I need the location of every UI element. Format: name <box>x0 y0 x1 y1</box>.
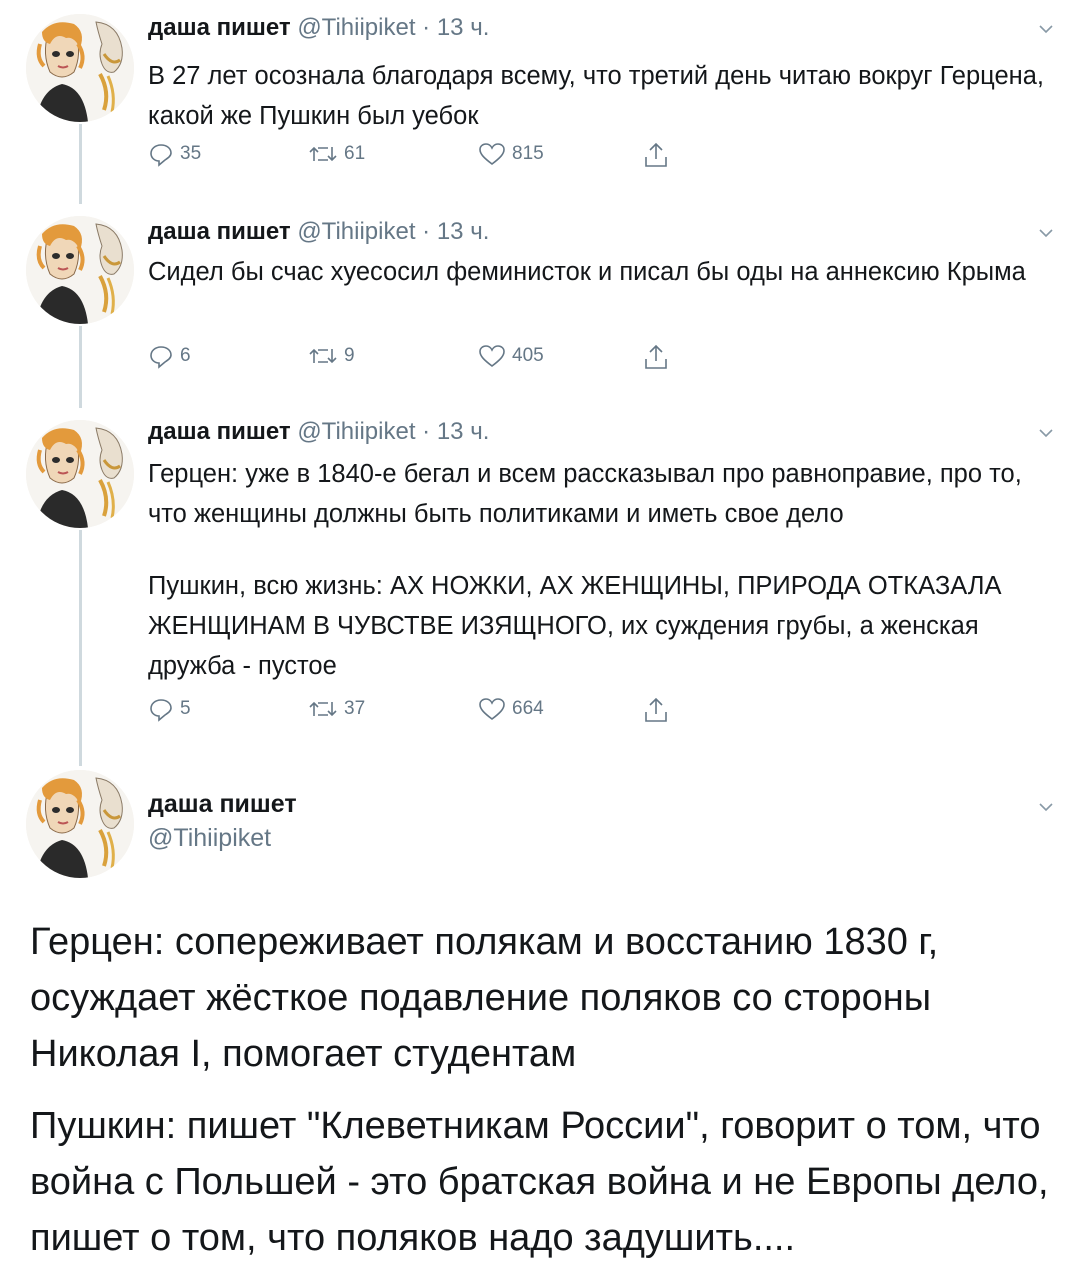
main-tweet-text-paragraph: Пушкин: пишет "Клеветникам России", гово… <box>30 1105 1049 1259</box>
avatar[interactable] <box>26 14 134 122</box>
like-button[interactable]: 815 <box>478 141 544 167</box>
tweet-actions: 35 61 815 <box>148 141 688 173</box>
main-tweet-author-name[interactable]: даша пишет <box>148 790 297 819</box>
author-name[interactable]: даша пишет <box>148 218 291 245</box>
retweet-count: 61 <box>344 143 366 164</box>
avatar[interactable] <box>26 420 134 528</box>
tweet-time[interactable]: 13 ч. <box>437 418 490 445</box>
reply-count: 5 <box>180 698 191 719</box>
chevron-down-icon[interactable] <box>1039 800 1053 814</box>
avatar[interactable] <box>26 770 134 878</box>
thread-line <box>79 530 82 766</box>
thread-line <box>79 326 82 408</box>
separator-dot: · <box>422 418 431 445</box>
avatar[interactable] <box>26 216 134 324</box>
like-icon <box>479 698 505 721</box>
chevron-down-icon[interactable] <box>1039 226 1053 240</box>
author-handle[interactable]: @Tihiipiket <box>297 418 415 445</box>
reply-button[interactable]: 6 <box>148 343 191 369</box>
retweet-count: 9 <box>344 345 355 366</box>
like-icon <box>479 345 505 368</box>
reply-button[interactable]: 5 <box>148 696 191 722</box>
author-handle[interactable]: @Tihiipiket <box>297 14 415 41</box>
chevron-down-icon[interactable] <box>1039 22 1053 36</box>
thread-line <box>79 124 82 204</box>
reply-icon <box>150 346 172 369</box>
tweet-text-paragraph: Герцен: уже в 1840-е бегал и всем расска… <box>148 460 1022 528</box>
retweet-button[interactable]: 61 <box>308 141 365 167</box>
tweet-actions: 6 9 405 <box>148 343 688 375</box>
reply-icon <box>150 144 172 167</box>
main-tweet-author-handle[interactable]: @Tihiipiket <box>148 824 271 853</box>
share-icon <box>645 697 667 722</box>
thread-tweet[interactable]: даша пишет @Tihiipiket · 13 ч. Герцен: у… <box>0 408 1079 766</box>
main-tweet-text-paragraph: Герцен: сопереживает полякам и восстанию… <box>30 921 939 1075</box>
tweet-text: В 27 лет осознала благодаря всему, что т… <box>148 62 1045 130</box>
author-handle[interactable]: @Tihiipiket <box>297 218 415 245</box>
main-tweet[interactable]: даша пишет @Tihiipiket Герцен: сопережив… <box>0 766 1079 1280</box>
tweet-header: даша пишет @Tihiipiket · 13 ч. <box>148 218 489 246</box>
tweet-time[interactable]: 13 ч. <box>437 218 490 245</box>
share-icon <box>645 344 667 369</box>
reply-icon <box>150 699 172 722</box>
author-name[interactable]: даша пишет <box>148 14 291 41</box>
like-icon <box>479 143 505 166</box>
like-count: 405 <box>512 345 544 366</box>
reply-count: 35 <box>180 143 202 164</box>
separator-dot: · <box>422 14 431 41</box>
tweet-text-paragraph: Пушкин, всю жизнь: АХ НОЖКИ, АХ ЖЕНЩИНЫ,… <box>148 572 1002 680</box>
retweet-icon <box>309 701 337 717</box>
retweet-button[interactable]: 37 <box>308 696 365 722</box>
share-button[interactable] <box>643 696 675 724</box>
share-icon <box>645 142 667 167</box>
like-button[interactable]: 664 <box>478 696 544 722</box>
like-button[interactable]: 405 <box>478 343 544 369</box>
share-button[interactable] <box>643 141 675 169</box>
thread-tweet[interactable]: даша пишет @Tihiipiket · 13 ч. В 27 лет … <box>0 0 1079 204</box>
author-name[interactable]: даша пишет <box>148 418 291 445</box>
like-count: 664 <box>512 698 544 719</box>
retweet-icon <box>309 146 337 162</box>
share-button[interactable] <box>643 343 675 371</box>
chevron-down-icon[interactable] <box>1039 426 1053 440</box>
tweet-header: даша пишет @Tihiipiket · 13 ч. <box>148 14 489 42</box>
reply-count: 6 <box>180 345 191 366</box>
thread-tweet[interactable]: даша пишет @Tihiipiket · 13 ч. Сидел бы … <box>0 204 1079 408</box>
retweet-button[interactable]: 9 <box>308 343 355 369</box>
tweet-actions: 5 37 664 <box>148 696 688 728</box>
tweet-time[interactable]: 13 ч. <box>437 14 490 41</box>
separator-dot: · <box>422 218 431 245</box>
retweet-count: 37 <box>344 698 366 719</box>
tweet-header: даша пишет @Tihiipiket · 13 ч. <box>148 418 489 446</box>
tweet-text: Сидел бы счас хуесосил феминисток и писа… <box>148 258 1026 286</box>
retweet-icon <box>309 348 337 364</box>
like-count: 815 <box>512 143 544 164</box>
reply-button[interactable]: 35 <box>148 141 201 167</box>
